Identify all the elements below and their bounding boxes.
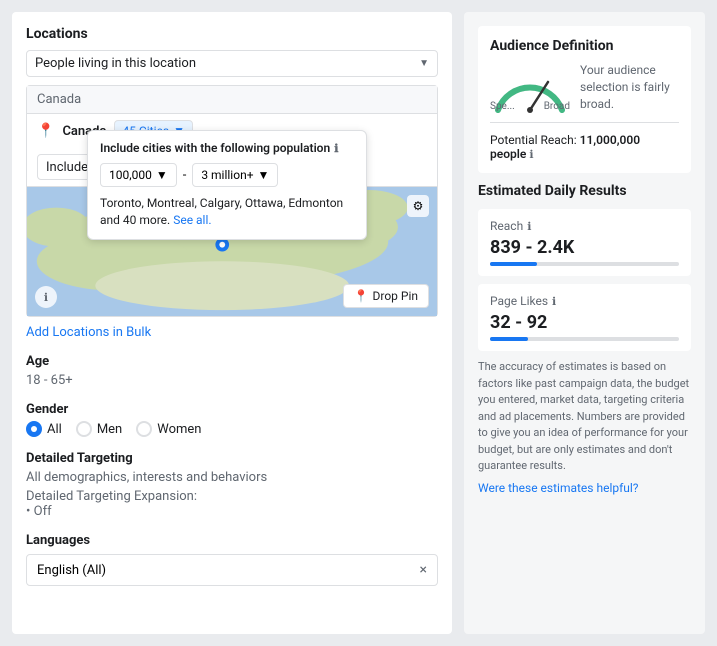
- page-likes-info-icon[interactable]: ℹ: [552, 295, 556, 308]
- page-likes-bar-fill: [490, 337, 528, 341]
- include-row: Include ▼ Include cities with the follow…: [27, 148, 437, 186]
- estimated-results-section: Estimated Daily Results Reach ℹ 839 - 2.…: [478, 183, 691, 496]
- chevron-down-icon: ▼: [419, 58, 429, 69]
- drop-pin-button[interactable]: 📍 Drop Pin: [343, 284, 429, 308]
- reach-bar-fill: [490, 262, 537, 266]
- map-info-icon[interactable]: ℹ: [35, 286, 57, 308]
- page-likes-label: Page Likes: [490, 294, 548, 308]
- gender-women-radio[interactable]: [136, 421, 152, 437]
- reach-info-icon-2[interactable]: ℹ: [527, 220, 531, 233]
- audience-definition-card: Audience Definition Spe... Broad Your au…: [478, 26, 691, 173]
- audience-def-title: Audience Definition: [490, 38, 679, 54]
- gender-men-radio[interactable]: [76, 421, 92, 437]
- detailed-targeting-value: All demographics, interests and behavior…: [26, 470, 438, 485]
- population-tooltip: Include cities with the following popula…: [87, 130, 367, 240]
- page-likes-card: Page Likes ℹ 32 - 92: [478, 284, 691, 351]
- gender-women-label: Women: [157, 422, 201, 437]
- reach-info-icon[interactable]: ℹ: [529, 148, 533, 161]
- audience-description: Your audience selection is fairly broad.: [580, 62, 679, 112]
- location-pin-icon: 📍: [37, 123, 54, 139]
- gender-men-option[interactable]: Men: [76, 421, 122, 437]
- canada-header: Canada: [27, 86, 437, 114]
- reach-value: 839 - 2.4K: [490, 237, 679, 258]
- gender-section: Gender All Men Women: [26, 402, 438, 437]
- age-title: Age: [26, 354, 438, 369]
- languages-input[interactable]: English (All) ×: [26, 554, 438, 586]
- gender-all-label: All: [47, 422, 62, 437]
- detailed-targeting-title: Detailed Targeting: [26, 451, 438, 466]
- location-type-label: People living in this location: [35, 56, 196, 71]
- page-likes-label-row: Page Likes ℹ: [490, 294, 679, 308]
- max-pop-caret: ▼: [258, 168, 270, 182]
- gender-all-option[interactable]: All: [26, 421, 62, 437]
- tooltip-filters: 100,000 ▼ - 3 million+ ▼: [100, 163, 354, 187]
- left-panel: Locations People living in this location…: [12, 12, 452, 634]
- gauge-container: Spe... Broad Your audience selection is …: [490, 62, 679, 112]
- reach-label-row: Reach ℹ: [490, 219, 679, 233]
- min-pop-caret: ▼: [156, 168, 168, 182]
- gender-women-option[interactable]: Women: [136, 421, 201, 437]
- tooltip-title: Include cities with the following popula…: [100, 141, 354, 155]
- drop-pin-icon: 📍: [354, 289, 369, 303]
- gender-all-radio[interactable]: [26, 421, 42, 437]
- potential-reach: Potential Reach: 11,000,000 people ℹ: [490, 133, 679, 161]
- gender-options: All Men Women: [26, 421, 438, 437]
- cities-list-text: Toronto, Montreal, Calgary, Ottawa, Edmo…: [100, 195, 354, 229]
- page-likes-bar: [490, 337, 679, 341]
- max-pop-label: 3 million+: [201, 168, 253, 182]
- page-likes-value: 32 - 92: [490, 312, 679, 333]
- clear-language-button[interactable]: ×: [420, 562, 427, 578]
- reach-bar: [490, 262, 679, 266]
- max-population-dropdown[interactable]: 3 million+ ▼: [192, 163, 278, 187]
- reach-label: Reach: [490, 219, 523, 233]
- canada-targeting-box: Canada 📍 Canada 45 Cities ▼ Include ▼ In…: [26, 85, 438, 317]
- languages-section: Languages English (All) ×: [26, 533, 438, 586]
- disclaimer-text: The accuracy of estimates is based on fa…: [478, 359, 691, 475]
- locations-title: Locations: [26, 26, 438, 42]
- see-all-link[interactable]: See all.: [173, 213, 211, 227]
- estimated-title: Estimated Daily Results: [478, 183, 691, 199]
- language-value: English (All): [37, 563, 106, 578]
- expansion-label: Detailed Targeting Expansion:: [26, 489, 197, 504]
- expansion-value: Off: [26, 504, 438, 519]
- location-type-dropdown[interactable]: People living in this location ▼: [26, 50, 438, 77]
- add-locations-bulk-link[interactable]: Add Locations in Bulk: [26, 325, 151, 340]
- detailed-targeting-section: Detailed Targeting All demographics, int…: [26, 451, 438, 519]
- audience-gauge: Spe... Broad: [490, 62, 570, 112]
- potential-reach-label: Potential Reach:: [490, 133, 577, 147]
- info-icon[interactable]: ℹ: [334, 142, 338, 155]
- min-population-dropdown[interactable]: 100,000 ▼: [100, 163, 177, 187]
- include-label: Include: [46, 160, 88, 175]
- gauge-broad-label: Broad: [544, 101, 570, 112]
- min-pop-label: 100,000: [109, 168, 152, 182]
- gauge-specific-label: Spe...: [490, 101, 515, 112]
- range-dash: -: [183, 168, 187, 183]
- right-panel: Audience Definition Spe... Broad Your au…: [464, 12, 705, 634]
- gender-title: Gender: [26, 402, 438, 417]
- age-value: 18 - 65+: [26, 373, 438, 388]
- helpful-link[interactable]: Were these estimates helpful?: [478, 481, 638, 495]
- reach-card: Reach ℹ 839 - 2.4K: [478, 209, 691, 276]
- age-section: Age 18 - 65+: [26, 354, 438, 388]
- map-settings-icon[interactable]: ⚙: [407, 195, 429, 217]
- languages-title: Languages: [26, 533, 438, 548]
- drop-pin-label: Drop Pin: [373, 289, 419, 303]
- gender-men-label: Men: [97, 422, 122, 437]
- expansion-row: Detailed Targeting Expansion:: [26, 489, 438, 504]
